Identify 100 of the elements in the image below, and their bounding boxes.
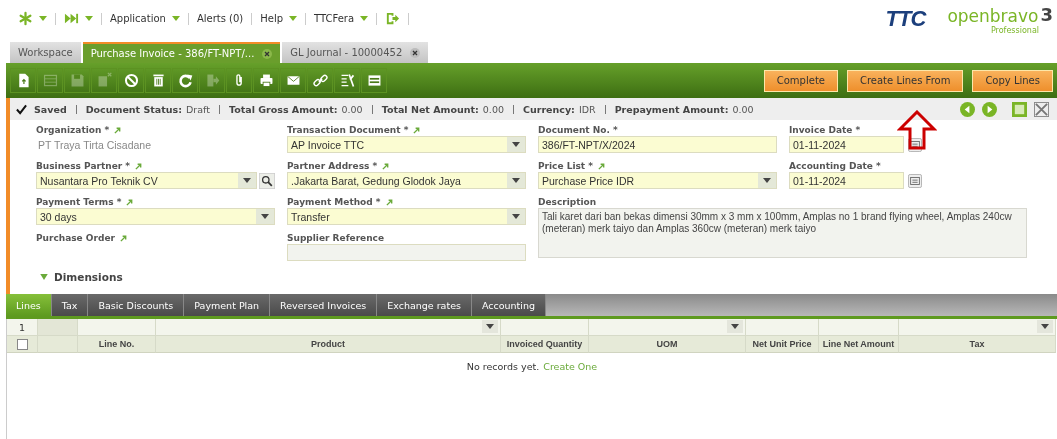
select-field[interactable]: Transfer xyxy=(287,208,526,225)
date-field[interactable]: 01-11-2024 xyxy=(789,172,904,189)
status-value: 0.00 xyxy=(732,103,754,115)
column-header[interactable]: Invoiced Quantity xyxy=(501,336,589,353)
next-icon[interactable] xyxy=(982,101,997,117)
logout-icon[interactable] xyxy=(385,11,401,26)
collapse-triangle-icon[interactable] xyxy=(40,274,48,280)
status-label: Prepayment Amount: xyxy=(614,103,729,115)
close-icon[interactable] xyxy=(1034,101,1049,117)
search-icon[interactable] xyxy=(259,172,275,189)
column-header[interactable]: Line No. xyxy=(78,336,156,353)
link-arrow-icon[interactable] xyxy=(114,126,122,134)
dropdown-arrow-icon[interactable] xyxy=(763,178,771,183)
saved-status: Saved xyxy=(34,103,67,115)
sub-tab[interactable]: Reversed Invoices xyxy=(270,294,378,316)
field-label: Document No. * xyxy=(538,125,618,135)
select-field[interactable]: Purchase Price IDR xyxy=(538,172,777,189)
section-header[interactable]: Dimensions xyxy=(54,271,123,283)
edition-label: Professional xyxy=(990,26,1039,35)
dropdown-arrow-icon[interactable] xyxy=(1041,324,1049,329)
close-tab-icon[interactable] xyxy=(262,48,273,59)
dropdown-arrow-icon[interactable] xyxy=(243,178,251,183)
action-button[interactable]: Create Lines From xyxy=(846,69,964,92)
date-field[interactable]: 01-11-2024 xyxy=(789,136,904,153)
link-arrow-icon[interactable] xyxy=(126,198,134,206)
row-count-cell: 1 xyxy=(7,319,38,336)
checkbox[interactable] xyxy=(16,338,28,350)
link-arrow-icon[interactable] xyxy=(385,198,393,206)
field-label: Accounting Date * xyxy=(789,161,881,171)
alerts-link[interactable]: Alerts (0) xyxy=(196,13,244,24)
caret-icon[interactable] xyxy=(289,16,298,21)
dropdown-arrow-icon[interactable] xyxy=(512,214,520,219)
fast-forward-icon[interactable] xyxy=(64,11,79,26)
sub-tab[interactable]: Accounting xyxy=(471,294,546,316)
link-arrow-icon[interactable] xyxy=(135,162,143,170)
refresh-icon[interactable] xyxy=(176,72,194,89)
menu-item[interactable]: Help xyxy=(260,13,284,24)
sub-tab[interactable]: Payment Plan xyxy=(184,294,271,316)
input-field[interactable]: 386/FT-NPT/X/2024 xyxy=(538,136,777,153)
column-header[interactable]: Tax xyxy=(899,336,1056,353)
status-label: Total Net Amount: xyxy=(381,103,479,115)
status-label: Document Status: xyxy=(85,103,183,115)
field-label: Organization * xyxy=(36,125,110,135)
select-field[interactable]: AP Invoice TTC xyxy=(287,136,526,153)
previous-icon[interactable] xyxy=(960,101,975,117)
calendar-icon[interactable] xyxy=(908,173,922,188)
dropdown-arrow-icon[interactable] xyxy=(731,324,739,329)
dropdown-arrow-icon[interactable] xyxy=(512,142,520,147)
link-arrow-icon[interactable] xyxy=(119,234,127,242)
status-value: 0.00 xyxy=(341,103,363,115)
cancel-icon[interactable] xyxy=(122,72,140,89)
link-arrow-icon[interactable] xyxy=(382,162,390,170)
status-value: Draft xyxy=(186,103,210,115)
field-label: Transaction Document * xyxy=(287,125,409,135)
menu-item[interactable]: Application xyxy=(110,13,166,24)
column-header[interactable]: Net Unit Price xyxy=(746,336,819,353)
dropdown-arrow-icon[interactable] xyxy=(486,324,494,329)
action-button[interactable]: Complete xyxy=(763,69,838,92)
menu-item[interactable]: TTCFera xyxy=(314,13,355,24)
action-button[interactable]: Copy Lines xyxy=(972,69,1053,92)
select-field[interactable]: .Jakarta Barat, Gedung Glodok Jaya xyxy=(287,172,526,189)
version-number: 3 xyxy=(1040,6,1053,24)
sub-tab[interactable]: Exchange rates xyxy=(377,294,472,316)
description-field[interactable]: Tali karet dari ban bekas dimensi 30mm x 3 mm x 100mm, Amplas no 1 brand flying wheel, Amplas 240cw (meteran) merk taiyo dan Amplas 360cw (meteran) merk taiyo xyxy=(538,208,1027,258)
column-header[interactable]: Line Net Amount xyxy=(819,336,899,353)
sub-tab[interactable]: Tax xyxy=(51,294,89,316)
field-label: Description xyxy=(538,197,597,207)
close-tab-icon[interactable] xyxy=(410,47,421,58)
link-arrow-icon[interactable] xyxy=(598,162,605,170)
field-label: Purchase Order xyxy=(36,233,115,243)
asterisk-menu-icon[interactable] xyxy=(18,11,33,26)
status-value: 0.00 xyxy=(482,103,504,115)
field-label: Price List * xyxy=(538,161,593,171)
column-header[interactable]: UOM xyxy=(589,336,746,353)
input-field[interactable] xyxy=(287,244,526,261)
link-arrow-icon[interactable] xyxy=(413,126,421,134)
field-label: Supplier Reference xyxy=(287,233,385,243)
caret-icon[interactable] xyxy=(360,16,369,21)
field-label: Invoice Date * xyxy=(789,125,861,135)
select-field[interactable]: Nusantara Pro Teknik CV xyxy=(36,172,257,189)
maximize-icon[interactable] xyxy=(1012,101,1027,117)
arrow-annotation xyxy=(897,110,937,150)
caret-icon[interactable] xyxy=(85,16,93,21)
product-logo: openbravo xyxy=(947,6,1039,26)
caret-icon[interactable] xyxy=(171,16,180,21)
dropdown-arrow-icon[interactable] xyxy=(261,214,269,219)
organization-value: PT Traya Tirta Cisadane xyxy=(37,138,153,153)
status-value: IDR xyxy=(578,103,596,115)
link-icon[interactable] xyxy=(311,72,329,89)
empty-message: No records yet. xyxy=(466,361,540,372)
caret-icon[interactable] xyxy=(39,16,47,21)
select-field[interactable]: 30 days xyxy=(36,208,275,225)
field-label: Business Partner * xyxy=(36,161,131,171)
check-icon xyxy=(16,103,27,115)
column-header[interactable]: Product xyxy=(156,336,501,353)
dropdown-arrow-icon[interactable] xyxy=(512,178,520,183)
sub-tab[interactable]: Basic Discounts xyxy=(88,294,185,316)
status-label: Total Gross Amount: xyxy=(229,103,338,115)
field-label: Payment Method * xyxy=(287,197,381,207)
company-logo: TTC xyxy=(885,6,926,32)
